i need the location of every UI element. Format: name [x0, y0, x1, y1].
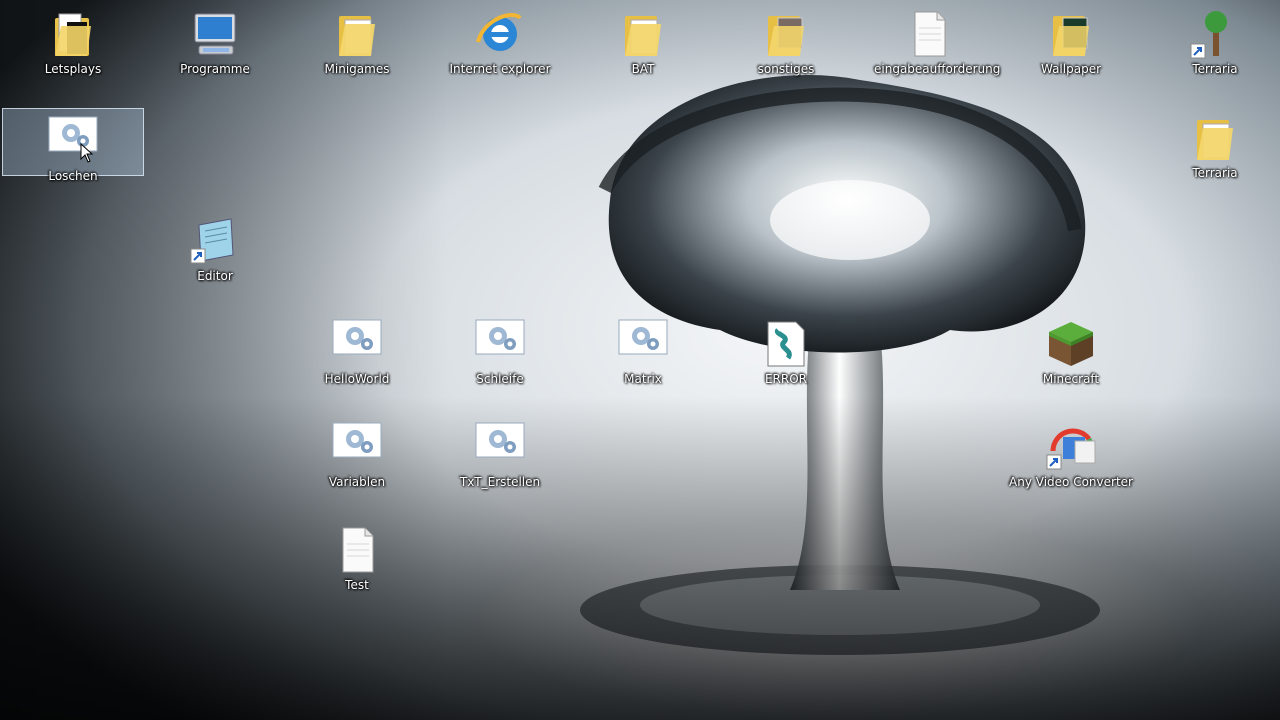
desktop-icon-label: ERROR [764, 372, 808, 386]
desktop-icon-terraria-shortcut[interactable]: Terraria [1160, 2, 1270, 82]
desktop-icon-label: sonstiges [757, 62, 815, 76]
desktop-icon-error[interactable]: ERROR [731, 312, 841, 392]
desktop-icon-label: HelloWorld [324, 372, 390, 386]
desktop-icon-wallpaper[interactable]: Wallpaper [1016, 2, 1126, 82]
folder-icon [1189, 112, 1241, 164]
folder-icon [617, 8, 669, 60]
desktop-icon-label: Variablen [328, 475, 386, 489]
desktop-icon-label: Schleife [476, 372, 524, 386]
desktop-icon-test[interactable]: Test [302, 518, 412, 598]
desktop-icon-label: Test [345, 578, 369, 592]
folder-icon [760, 8, 812, 60]
desktop-icon-label: Internet explorer [449, 62, 551, 76]
folder-icon [331, 8, 383, 60]
desktop-icon-bat[interactable]: BAT [588, 2, 698, 82]
desktop-icon-internet-explorer[interactable]: Internet explorer [445, 2, 555, 82]
desktop-icon-label: BAT [631, 62, 655, 76]
desktop-icon-label: Editor [197, 269, 233, 283]
desktop-icon-label: Letsplays [44, 62, 102, 76]
desktop-icon-loschen[interactable]: Loschen [2, 108, 144, 183]
folder-icon [1045, 8, 1097, 60]
desktop-icon-label: Terraria [1192, 166, 1238, 180]
desktop-icon-sonstiges[interactable]: sonstiges [731, 2, 841, 82]
desktop-icon-editor[interactable]: Editor [160, 209, 270, 289]
batch-file-icon [331, 421, 383, 473]
batch-file-icon [474, 421, 526, 473]
desktop-icon-matrix[interactable]: Matrix [588, 312, 698, 392]
internet-explorer-icon [474, 8, 526, 60]
batch-file-icon [474, 318, 526, 370]
desktop-icon-label: Minigames [324, 62, 390, 76]
desktop-icon-txt-erstellen[interactable]: TxT_Erstellen [445, 415, 555, 495]
text-file-icon [903, 8, 955, 60]
desktop-icon-label: Any Video Converter [1009, 475, 1133, 489]
desktop-icon-label: TxT_Erstellen [459, 475, 541, 489]
batch-file-icon [47, 115, 99, 167]
video-converter-icon [1045, 421, 1097, 473]
desktop-icon-minigames[interactable]: Minigames [302, 2, 412, 82]
minecraft-icon [1045, 318, 1097, 370]
batch-file-icon [617, 318, 669, 370]
folder-icon [47, 8, 99, 60]
desktop-icon-programme[interactable]: Programme [160, 2, 270, 82]
desktop-icon-terraria-folder[interactable]: Terraria [1160, 106, 1270, 186]
desktop-icon-label: Terraria [1192, 62, 1238, 76]
desktop-icon-schleife[interactable]: Schleife [445, 312, 555, 392]
desktop-icon-label: eingabeaufforderung [874, 62, 1001, 76]
notepad-shortcut-icon [189, 215, 241, 267]
desktop-icon-label: Matrix [624, 372, 662, 386]
desktop-icon-label: Programme [180, 62, 250, 76]
batch-file-icon [331, 318, 383, 370]
text-file-icon [331, 524, 383, 576]
computer-icon [189, 8, 241, 60]
desktop-icon-variablen[interactable]: Variablen [302, 415, 412, 495]
desktop-icon-eingabeaufforderung[interactable]: eingabeaufforderung [874, 2, 1001, 82]
desktop-icon-minecraft[interactable]: Minecraft [1016, 312, 1126, 392]
terraria-shortcut-icon [1189, 8, 1241, 60]
desktop-icon-label: Loschen [48, 169, 98, 183]
desktop-icon-helloworld[interactable]: HelloWorld [302, 312, 412, 392]
desktop-icon-label: Wallpaper [1040, 62, 1102, 76]
desktop-icon-any-video-converter[interactable]: Any Video Converter [1006, 415, 1136, 495]
desktop-icon-label: Minecraft [1042, 372, 1100, 386]
desktop-icon-letsplays[interactable]: Letsplays [18, 2, 128, 82]
script-icon [760, 318, 812, 370]
